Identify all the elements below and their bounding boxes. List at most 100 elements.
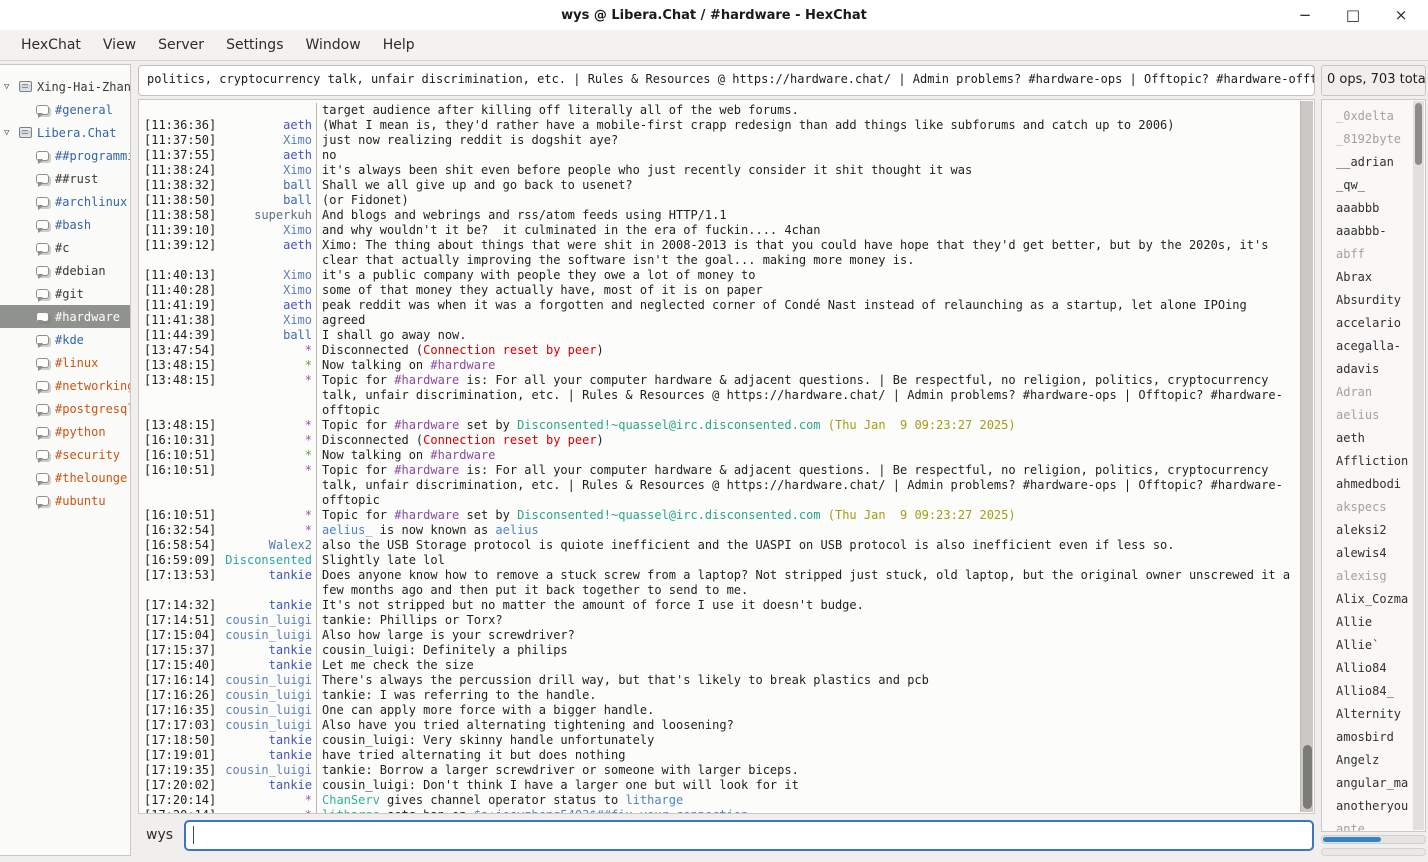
sidebar-item-kde[interactable]: #kde — [0, 328, 130, 351]
message: And blogs and webrings and rss/atom feed… — [316, 208, 1300, 223]
expander-icon[interactable]: ▽ — [4, 82, 19, 92]
message-segment: And blogs and webrings and rss/atom feed… — [322, 208, 727, 222]
chat-line: [16:59:09]DisconsentedSlightly late lol — [144, 553, 1300, 568]
sidebar-item-bash[interactable]: #bash — [0, 213, 130, 236]
channel-icon — [36, 174, 49, 184]
user-item[interactable]: Abrax — [1336, 266, 1413, 289]
message: Now talking on #hardware — [316, 358, 1300, 373]
user-item[interactable]: Alix_Cozma — [1336, 588, 1413, 611]
sidebar-item-ubuntu[interactable]: #ubuntu — [0, 489, 130, 512]
expander-icon[interactable]: ▽ — [4, 128, 19, 138]
user-item[interactable]: _8192byte — [1336, 128, 1413, 151]
sidebar-item-libera-chat[interactable]: ▽Libera.Chat — [0, 121, 130, 144]
sidebar-item-security[interactable]: #security — [0, 443, 130, 466]
chat-line: [17:15:37]tankiecousin_luigi: Definitely… — [144, 643, 1300, 658]
sidebar-item-thelounge[interactable]: #thelounge — [0, 466, 130, 489]
message-segment: gives channel operator status to — [380, 793, 626, 807]
user-list: _0xdelta_8192byte__adrian_qw_aaabbbaaabb… — [1321, 99, 1426, 832]
timestamp: [16:10:51] — [144, 448, 216, 463]
user-item[interactable]: ahmedbodi — [1336, 473, 1413, 496]
message: Does anyone know how to remove a stuck s… — [316, 568, 1300, 598]
user-item[interactable]: aleksi2 — [1336, 519, 1413, 542]
user-item[interactable]: _qw_ — [1336, 174, 1413, 197]
userlist-scrollbar-vertical[interactable] — [1413, 101, 1424, 830]
menu-view[interactable]: View — [92, 30, 147, 61]
userlist-scrollbar-thumb[interactable] — [1415, 103, 1422, 165]
sidebar-item-archlinux[interactable]: #archlinux — [0, 190, 130, 213]
sidebar-item-label: Xing-Hai-Zhang — [37, 80, 130, 94]
user-item[interactable]: adavis — [1336, 358, 1413, 381]
menu-server[interactable]: Server — [147, 30, 215, 61]
message-segment: Slightly late lol — [322, 553, 445, 567]
close-button[interactable]: × — [1390, 0, 1412, 30]
sidebar-item-general[interactable]: #general — [0, 98, 130, 121]
user-item[interactable]: anotheryou — [1336, 795, 1413, 818]
message-segment: Connection reset by peer — [423, 433, 596, 447]
topic-bar[interactable]: politics, cryptocurrency talk, unfair di… — [138, 65, 1315, 96]
timestamp: [11:37:50] — [144, 133, 216, 148]
message: cousin_luigi: Definitely a philips — [316, 643, 1300, 658]
user-item[interactable]: Allio84_ — [1336, 680, 1413, 703]
user-item[interactable]: Absurdity — [1336, 289, 1413, 312]
message-segment: #hardware — [430, 358, 495, 372]
userlist-scrollbar-horizontal[interactable] — [1321, 835, 1426, 844]
user-item[interactable]: Affliction — [1336, 450, 1413, 473]
sidebar-item-debian[interactable]: #debian — [0, 259, 130, 282]
userlist-scrollbar-track-2[interactable] — [1321, 848, 1426, 856]
message: just now realizing reddit is dogshit aye… — [316, 133, 1300, 148]
message-segment: some of that money they actually have, m… — [322, 283, 763, 297]
user-item[interactable]: aaabbb- — [1336, 220, 1413, 243]
sidebar-item-python[interactable]: #python — [0, 420, 130, 443]
user-item[interactable]: __adrian — [1336, 151, 1413, 174]
sidebar-item-rust[interactable]: ##rust — [0, 167, 130, 190]
message-segment: ) — [597, 343, 604, 357]
chat-scrollbar-thumb[interactable] — [1303, 745, 1312, 809]
user-item[interactable]: Alternity — [1336, 703, 1413, 726]
timestamp: [11:40:28] — [144, 283, 216, 298]
user-item[interactable]: accelario — [1336, 312, 1413, 335]
message: Now talking on #hardware — [316, 448, 1300, 463]
sidebar-item-xing-hai-zhang[interactable]: ▽ Xing-Hai-Zhang — [0, 75, 130, 98]
user-item[interactable]: aelius — [1336, 404, 1413, 427]
sidebar-item-git[interactable]: #git — [0, 282, 130, 305]
user-item[interactable]: amosbird — [1336, 726, 1413, 749]
user-item[interactable]: alewis4 — [1336, 542, 1413, 565]
menu-help[interactable]: Help — [372, 30, 426, 61]
user-item[interactable]: Allie — [1336, 611, 1413, 634]
sidebar-item-hardware[interactable]: #hardware — [0, 305, 130, 328]
user-item[interactable]: alexisg — [1336, 565, 1413, 588]
user-item[interactable]: aaabbb — [1336, 197, 1413, 220]
maximize-button[interactable]: □ — [1342, 0, 1364, 30]
message-segment: It's not stripped but no matter the amou… — [322, 598, 864, 612]
chat-line: [17:19:35]cousin_luigitankie: Borrow a l… — [144, 763, 1300, 778]
sidebar-item-networking[interactable]: #networking — [0, 374, 130, 397]
nick-label[interactable]: wys — [146, 827, 173, 843]
userlist-hscroll-thumb[interactable] — [1323, 837, 1381, 842]
user-item[interactable]: _0xdelta — [1336, 105, 1413, 128]
user-item[interactable]: Angelz — [1336, 749, 1413, 772]
message: Also how large is your screwdriver? — [316, 628, 1300, 643]
user-item[interactable]: Adran — [1336, 381, 1413, 404]
user-item[interactable]: acegalla- — [1336, 335, 1413, 358]
user-item[interactable]: abff — [1336, 243, 1413, 266]
channel-icon — [36, 151, 49, 161]
menu-window[interactable]: Window — [294, 30, 371, 61]
user-item[interactable]: angular_ma — [1336, 772, 1413, 795]
sidebar-item-programming[interactable]: ##programming — [0, 144, 130, 167]
chat-scrollbar[interactable] — [1300, 101, 1313, 812]
sidebar-item-label: #bash — [55, 218, 91, 232]
chat-line: target audience after killing off litera… — [144, 103, 1300, 118]
user-item[interactable]: akspecs — [1336, 496, 1413, 519]
message-input[interactable] — [184, 820, 1314, 851]
user-item[interactable]: Allie` — [1336, 634, 1413, 657]
sidebar-item-linux[interactable]: #linux — [0, 351, 130, 374]
sidebar-item-c[interactable]: #c — [0, 236, 130, 259]
nick: tankie — [216, 778, 316, 793]
minimize-button[interactable]: − — [1294, 0, 1316, 30]
user-item[interactable]: aeth — [1336, 427, 1413, 450]
menu-hexchat[interactable]: HexChat — [10, 30, 92, 61]
sidebar-item-postgresql[interactable]: #postgresql — [0, 397, 130, 420]
user-item[interactable]: Allio84 — [1336, 657, 1413, 680]
user-item[interactable]: ante — [1336, 818, 1413, 832]
menu-settings[interactable]: Settings — [215, 30, 294, 61]
